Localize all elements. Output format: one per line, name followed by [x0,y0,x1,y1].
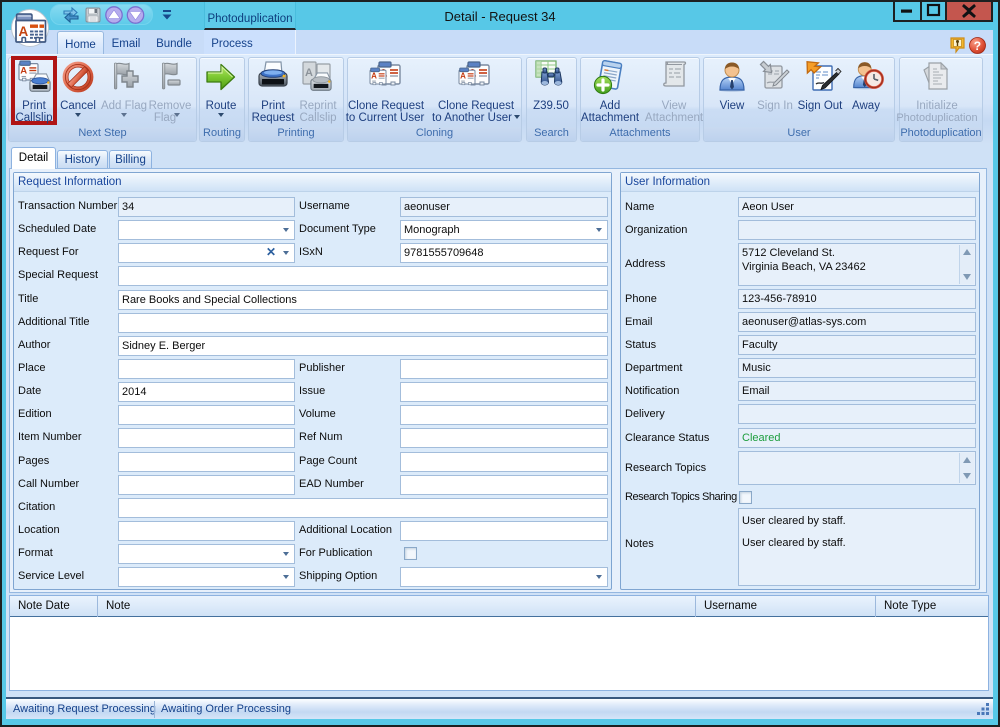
svg-text:A: A [460,72,466,81]
svg-text:A: A [20,66,27,77]
svg-text:?: ? [974,39,981,53]
svg-text:A: A [305,67,313,79]
svg-text:A: A [371,72,377,81]
